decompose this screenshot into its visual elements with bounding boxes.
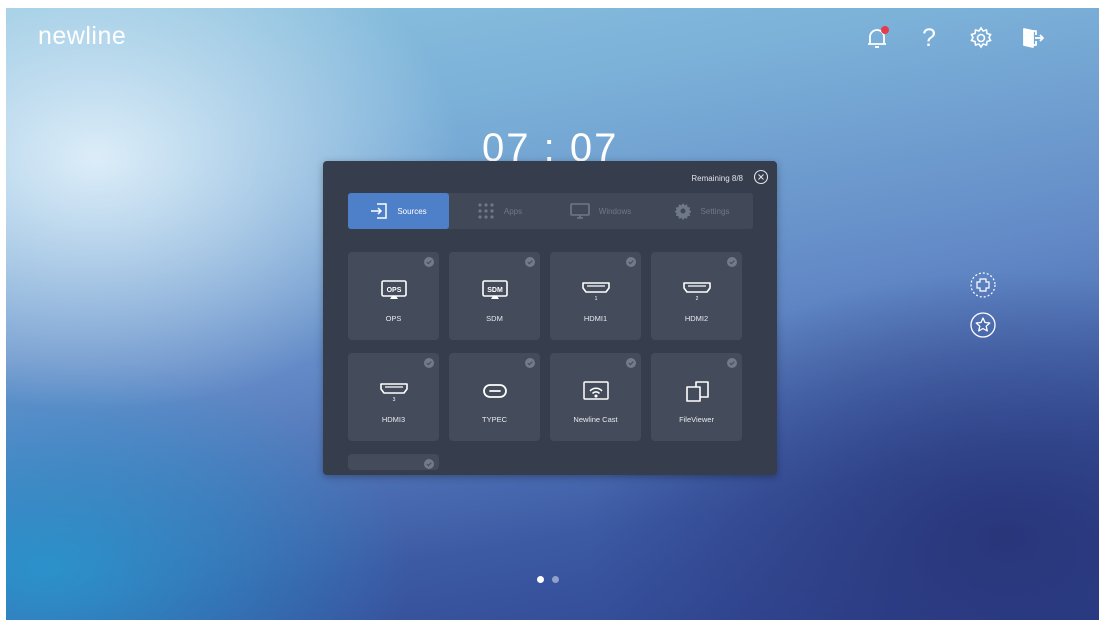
tab-label: Sources xyxy=(397,206,427,216)
settings-button[interactable] xyxy=(955,22,1007,54)
favorites-button[interactable] xyxy=(969,311,997,339)
add-icon xyxy=(970,272,996,298)
tab-label: Windows xyxy=(598,206,632,216)
gear-icon xyxy=(970,26,992,49)
source-label: HDMI1 xyxy=(583,314,608,323)
tab-windows[interactable]: Windows xyxy=(550,193,651,229)
source-tile-hdmi1[interactable]: 1 HDMI1 xyxy=(550,252,641,340)
source-label: FileViewer xyxy=(679,415,714,424)
notification-dot xyxy=(881,26,889,34)
check-icon xyxy=(727,358,737,368)
hdmi-icon: 3 xyxy=(379,379,409,403)
newline-logo: newline xyxy=(38,22,127,50)
check-icon xyxy=(424,257,434,267)
source-tile-ops[interactable]: OPS OPS xyxy=(348,252,439,340)
source-tile-partial[interactable] xyxy=(348,454,439,470)
hdmi-icon: 2 xyxy=(682,278,712,302)
source-label: Newline Cast xyxy=(573,415,618,424)
source-tile-fileviewer[interactable]: FileViewer xyxy=(651,353,742,441)
svg-text:OPS: OPS xyxy=(386,287,401,294)
usb-c-icon xyxy=(480,379,510,403)
input-icon xyxy=(371,203,388,219)
svg-text:2: 2 xyxy=(695,296,698,302)
gear-icon xyxy=(673,203,692,220)
monitor-icon xyxy=(569,203,590,219)
add-button[interactable] xyxy=(969,271,997,299)
star-icon xyxy=(970,312,996,338)
svg-text:3: 3 xyxy=(392,397,395,403)
source-label: HDMI2 xyxy=(684,314,709,323)
source-label: SDM xyxy=(486,314,503,323)
source-tile-newline-cast[interactable]: Newline Cast xyxy=(550,353,641,441)
help-icon: ? xyxy=(922,23,936,52)
panel-tabs: Sources Apps Windows Settings xyxy=(348,193,753,229)
source-tile-typec[interactable]: TYPEC xyxy=(449,353,540,441)
source-tile-hdmi2[interactable]: 2 HDMI2 xyxy=(651,252,742,340)
source-panel: Remaining 8/8 Sources Apps Windows Setti… xyxy=(323,161,777,475)
help-button[interactable]: ? xyxy=(903,22,955,54)
close-icon[interactable] xyxy=(753,169,769,185)
tab-label: Settings xyxy=(700,206,730,216)
page-indicator xyxy=(537,576,559,583)
top-toolbar: ? xyxy=(851,22,1059,54)
check-icon xyxy=(424,358,434,368)
source-tile-sdm[interactable]: SDM SDM xyxy=(449,252,540,340)
source-grid: OPS OPS SDM SDM 1 HDMI1 2 HDMI2 3 HDMI3 … xyxy=(348,252,742,475)
check-icon xyxy=(626,257,636,267)
page-dot-active[interactable] xyxy=(537,576,544,583)
remaining-count: Remaining 8/8 xyxy=(691,174,743,183)
tab-sources[interactable]: Sources xyxy=(348,193,449,229)
hdmi-icon: 1 xyxy=(581,278,611,302)
notification-button[interactable] xyxy=(851,22,903,54)
exit-icon xyxy=(1023,28,1044,48)
check-icon xyxy=(424,459,434,469)
exit-button[interactable] xyxy=(1007,22,1059,54)
apps-grid-icon xyxy=(478,203,494,219)
check-icon xyxy=(525,257,535,267)
sdm-icon: SDM xyxy=(480,278,510,302)
file-viewer-icon xyxy=(682,379,712,403)
page-dot[interactable] xyxy=(552,576,559,583)
tab-settings[interactable]: Settings xyxy=(651,193,752,229)
check-icon xyxy=(626,358,636,368)
ops-icon: OPS xyxy=(379,278,409,302)
source-label: TYPEC xyxy=(481,415,507,424)
source-label: OPS xyxy=(385,314,402,323)
check-icon xyxy=(525,358,535,368)
source-tile-hdmi3[interactable]: 3 HDMI3 xyxy=(348,353,439,441)
svg-text:SDM: SDM xyxy=(487,287,503,294)
tab-label: Apps xyxy=(503,206,523,216)
home-screen: newline ? 07 : 07 Remaining 8/8 Sources … xyxy=(6,8,1099,620)
check-icon xyxy=(727,257,737,267)
tab-apps[interactable]: Apps xyxy=(449,193,550,229)
cast-icon xyxy=(581,379,611,403)
source-label: HDMI3 xyxy=(381,415,406,424)
svg-text:1: 1 xyxy=(594,296,597,302)
